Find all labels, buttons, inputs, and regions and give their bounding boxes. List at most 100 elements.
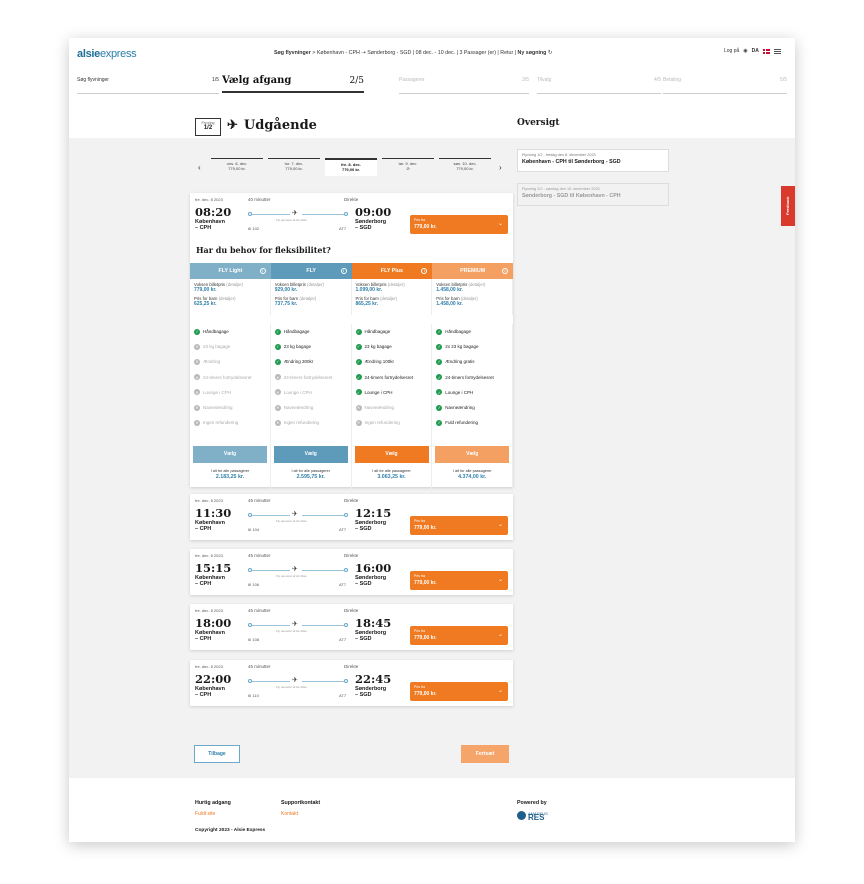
direct-label: Direkte [344,608,359,613]
route-line [302,213,344,215]
feature-item: ✕ Lounge i CPH [194,389,232,396]
aircraft-type: AT7 [339,637,347,642]
step-2: Vælg afgang 2/5 [222,74,364,93]
flight-number: 6I 108 [248,637,260,642]
date-option[interactable]: ons. 6. dec. 779,00 kr. [211,158,263,176]
route-line [252,213,290,215]
fare-column: FLY Light i Voksen billetpris (detaljer) … [190,263,271,315]
price-button[interactable]: Pris fra 779,00 kr. ⌄ [410,571,508,590]
cross-icon: ✕ [194,374,200,381]
danish-flag-icon[interactable] [762,48,770,54]
feature-item: ✓ Lounge i CPH [355,389,393,396]
select-fare-button[interactable]: Vælg [354,446,429,463]
chevron-down-icon: ⌄ [497,221,503,227]
check-icon: ✓ [436,358,443,365]
cross-icon: ✕ [194,404,200,411]
flight-duration: 45 minutter [248,608,271,613]
date-option[interactable]: søn. 10. dec. 779,00 kr. [439,158,491,176]
check-icon: ✓ [355,389,362,396]
step-1[interactable]: Søg flyvninger 1/5 [77,74,219,94]
overview-card[interactable]: Flyvning 1/2 - fredag den 8. december 20… [517,149,669,172]
price-button[interactable]: Pris fra 779,00 kr. ⌄ [410,682,508,701]
info-icon[interactable]: i [340,268,347,274]
check-icon: ✓ [194,328,200,335]
check-icon: ✓ [436,343,443,350]
footer-contact-link[interactable]: Kontakt [281,811,298,817]
fare-header[interactable]: FLY i [270,263,352,279]
arrival-airport: Sønderborg – SGD [355,575,387,587]
new-search-link[interactable]: Ny søgning [518,50,547,56]
operator-note: Fly opereret af Air Alsie [276,519,307,523]
fare-header[interactable]: FLY Light i [190,263,271,279]
fare-column: FLY i Voksen billetpris (detaljer) 929,00… [270,263,352,315]
destination-dot [344,679,348,683]
select-fare-button[interactable]: Vælg [435,446,510,463]
fare-total: I alt for alle passagerer 2.183,25 kr. [210,469,250,480]
flight-card: fre. dec. 8 2023 11:30 København – CPH 45… [190,494,513,540]
cross-icon: ✕ [355,419,362,426]
next-date-icon[interactable]: › [499,163,502,172]
route-line [252,569,290,571]
feature-item: ✕ Lounge i CPH [274,389,312,396]
date-option[interactable]: tor. 7. dec. 779,00 kr. [268,158,320,176]
language-select[interactable]: DA [752,48,759,54]
footer-full-site-link[interactable]: Fuldt site [195,811,215,817]
arrival-time: 16:00 [355,561,392,575]
select-fare-button[interactable]: Vælg [273,446,348,463]
check-icon: ✓ [436,389,443,396]
departure-airport: København – CPH [195,219,225,231]
plane-icon: ✈ [292,511,298,518]
arrival-airport: Sønderborg – SGD [355,219,387,231]
aircraft-type: AT7 [339,582,347,587]
flight-card: fre. dec. 8 2023 18:00 København – CPH 45… [190,604,513,650]
prev-date-icon[interactable]: ‹ [198,163,201,172]
info-icon[interactable]: i [502,268,508,274]
departure-time: 15:15 [195,561,232,575]
footer-powered-heading: Powered by [517,800,547,806]
select-fare-button[interactable]: Vælg [193,446,267,463]
price-button[interactable]: Pris fra 779,00 kr. ⌄ [410,516,508,535]
feature-item: ✓ Håndbagage [274,328,310,335]
overview-card[interactable]: Flyvning 2/2 - søndag den 10. december 2… [517,183,669,206]
menu-icon[interactable] [773,48,781,54]
price-button[interactable]: Pris fra 779,00 kr. ⌄ [410,215,508,234]
date-option[interactable]: fre. 8. dec. 779,00 kr. [325,158,377,176]
destination-dot [344,568,348,572]
check-icon: ✓ [274,358,281,365]
chevron-down-icon: ⌄ [497,522,503,528]
flight-date: fre. dec. 8 2023 [195,197,223,202]
cross-icon: ✕ [274,404,281,411]
info-icon[interactable]: i [259,268,266,274]
direct-label: Direkte [344,498,359,503]
fare-header[interactable]: FLY Plus i [351,263,433,279]
plane-icon: ✈ [292,621,298,628]
login-link[interactable]: Log på [724,48,739,54]
fare-header[interactable]: PREMIUM i [432,263,513,279]
arrival-time: 22:45 [355,672,392,686]
check-icon: ✓ [355,343,362,350]
destination-dot [344,623,348,627]
info-icon[interactable]: i [421,268,428,274]
cross-icon: ✕ [274,374,281,381]
feature-item: ✕ Ingen refundering [194,419,239,426]
price-button[interactable]: Pris fra 779,00 kr. ⌄ [410,626,508,645]
feature-item: ✓ 23 kg bagage [355,343,392,350]
feature-item: ✓ Fuld refundering [436,419,479,426]
feature-item: ✓ 24-timers fortrydelsesret [355,374,414,381]
plane-icon: ✈ [292,566,298,573]
cross-icon: ✕ [274,389,281,396]
chevron-down-icon: ⌄ [497,577,503,583]
feature-item: ✕ Ændring [194,358,221,365]
user-icon[interactable]: ◉ [743,48,747,54]
route-line [252,624,290,626]
logo[interactable]: alsieexpress [77,48,137,60]
check-icon: ✓ [436,328,443,335]
continue-button[interactable]: Fortsæt [461,745,509,763]
check-icon: ✓ [436,374,443,381]
feedback-tab[interactable]: Feedback [781,186,795,226]
route-line [252,514,290,516]
feature-item: ✓ Lounge i CPH [436,389,474,396]
back-button[interactable]: Tilbage [194,745,240,763]
date-option[interactable]: lør. 9. dec. ⊘ [382,158,434,176]
footer-support-heading: Supportkontakt [281,800,321,806]
